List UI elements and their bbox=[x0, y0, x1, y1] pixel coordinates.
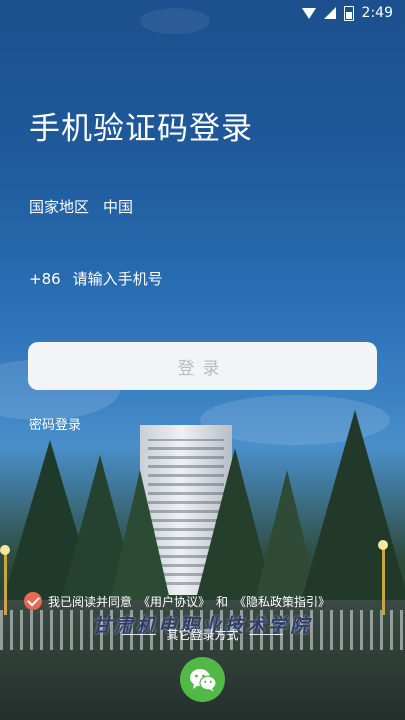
region-label: 国家地区 bbox=[29, 198, 90, 216]
user-agreement-link[interactable]: 《用户协议》 bbox=[138, 593, 210, 610]
agreement-prefix: 我已阅读并同意 bbox=[48, 594, 133, 609]
agreement-conjunction: 和 bbox=[216, 594, 229, 609]
signal-icon bbox=[323, 7, 336, 19]
divider-line bbox=[248, 634, 283, 635]
region-value[interactable]: 中国 bbox=[103, 196, 133, 217]
privacy-policy-link[interactable]: 《隐私政策指引》 bbox=[234, 593, 330, 610]
status-time: 2:49 bbox=[361, 5, 393, 21]
tree-decoration bbox=[110, 470, 170, 600]
agreement-row: 我已阅读并同意 《用户协议》和《隐私政策指引》 bbox=[24, 592, 330, 610]
divider-line bbox=[122, 634, 157, 635]
wechat-icon bbox=[189, 668, 217, 691]
battery-icon bbox=[343, 5, 354, 21]
wechat-login-button[interactable] bbox=[180, 657, 225, 702]
status-bar: 2:49 bbox=[0, 0, 405, 28]
password-login-link[interactable]: 密码登录 bbox=[29, 414, 81, 433]
wifi-icon bbox=[301, 7, 316, 19]
login-screen: 甘肃机电职业技术学院 2:49 手机验证码登录 国家地区 中国 +86 登录 密… bbox=[0, 0, 405, 720]
country-code[interactable]: +86 bbox=[29, 270, 61, 288]
other-login-label: 其它登录方式 bbox=[166, 628, 239, 642]
page-title: 手机验证码登录 bbox=[29, 111, 253, 147]
phone-row: +86 bbox=[29, 270, 323, 288]
other-login-divider: 其它登录方式 bbox=[0, 626, 405, 643]
agreement-checkbox[interactable] bbox=[24, 592, 42, 610]
lamp-decoration bbox=[4, 545, 7, 615]
login-button[interactable]: 登录 bbox=[28, 342, 377, 390]
lamp-decoration bbox=[378, 540, 388, 550]
phone-input[interactable] bbox=[72, 270, 323, 288]
tree-decoration bbox=[300, 410, 405, 605]
lamp-decoration bbox=[0, 545, 10, 555]
lamp-decoration bbox=[382, 545, 385, 615]
region-selector[interactable]: 国家地区 中国 bbox=[29, 196, 133, 217]
status-icons: 2:49 bbox=[301, 5, 393, 21]
